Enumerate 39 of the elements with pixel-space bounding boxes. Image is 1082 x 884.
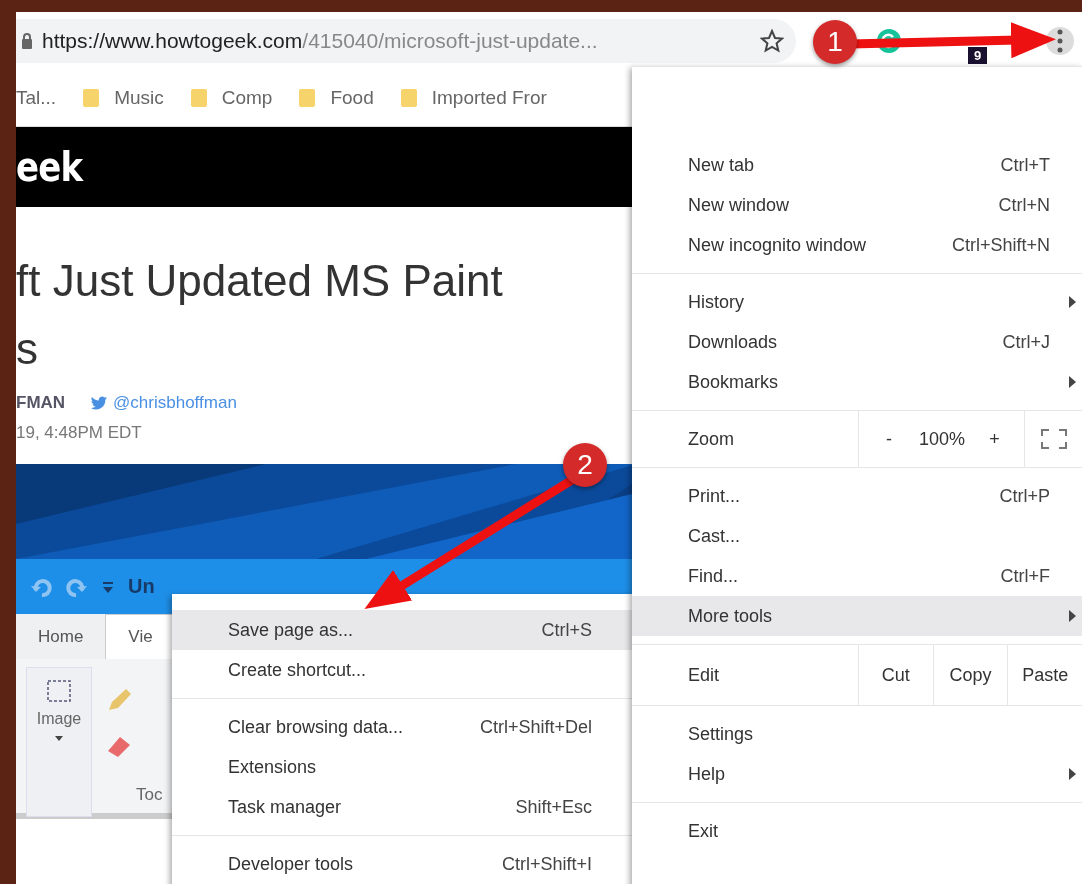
extension-badge[interactable]: 9 xyxy=(968,47,988,64)
folder-icon xyxy=(82,87,101,109)
menu-item[interactable]: More tools xyxy=(632,596,1082,636)
menu-item[interactable]: Downloads Ctrl+J xyxy=(632,322,1082,362)
bookmark-item[interactable]: Imported Fror xyxy=(399,87,547,109)
eraser-icon[interactable] xyxy=(106,735,132,757)
menu-item[interactable]: Find... Ctrl+F xyxy=(632,556,1082,596)
star-icon[interactable] xyxy=(760,29,784,53)
tools-group-label: Toc xyxy=(136,785,163,805)
folder-icon xyxy=(189,87,208,109)
paint-title: Un xyxy=(128,575,155,598)
article-title: s xyxy=(16,323,38,375)
site-logo: eek xyxy=(16,144,83,190)
image-button[interactable]: Image xyxy=(26,667,92,817)
folder-icon xyxy=(298,87,317,109)
menu-item[interactable]: Print... Ctrl+P xyxy=(632,476,1082,516)
article-title: ft Just Updated MS Paint xyxy=(16,255,503,307)
address-bar[interactable]: https://www.howtogeek.com/415040/microsoft-just-update... xyxy=(16,19,796,63)
bookmark-item[interactable]: Comp xyxy=(189,87,273,109)
bookmark-item[interactable]: Tal... xyxy=(16,87,57,109)
author-name: FMAN xyxy=(16,393,66,413)
lock-icon xyxy=(22,33,32,49)
ribbon-tab[interactable]: Home xyxy=(16,614,107,659)
zoom-level: 100% xyxy=(919,427,966,451)
bookmark-item[interactable]: Food xyxy=(298,87,374,109)
folder-icon xyxy=(399,87,418,109)
select-icon xyxy=(47,680,71,702)
menu-item[interactable]: New incognito window Ctrl+Shift+N xyxy=(632,225,1082,265)
bird-icon xyxy=(91,396,108,410)
caret-icon xyxy=(55,736,63,741)
url-text: https://www.howtogeek.com/415040/microsoft-just-update... xyxy=(42,29,599,53)
menu-item[interactable]: New tab Ctrl+T xyxy=(632,145,1082,185)
fullscreen-icon[interactable] xyxy=(1040,429,1067,449)
menu-item[interactable]: Cast... xyxy=(632,516,1082,556)
menu-item[interactable]: Bookmarks xyxy=(632,362,1082,402)
menu-item[interactable]: New window Ctrl+N xyxy=(632,185,1082,225)
menu-item[interactable]: History xyxy=(632,282,1082,322)
article-date: 19, 4:48PM EDT xyxy=(16,423,142,443)
bookmark-item[interactable]: Music xyxy=(82,87,164,109)
